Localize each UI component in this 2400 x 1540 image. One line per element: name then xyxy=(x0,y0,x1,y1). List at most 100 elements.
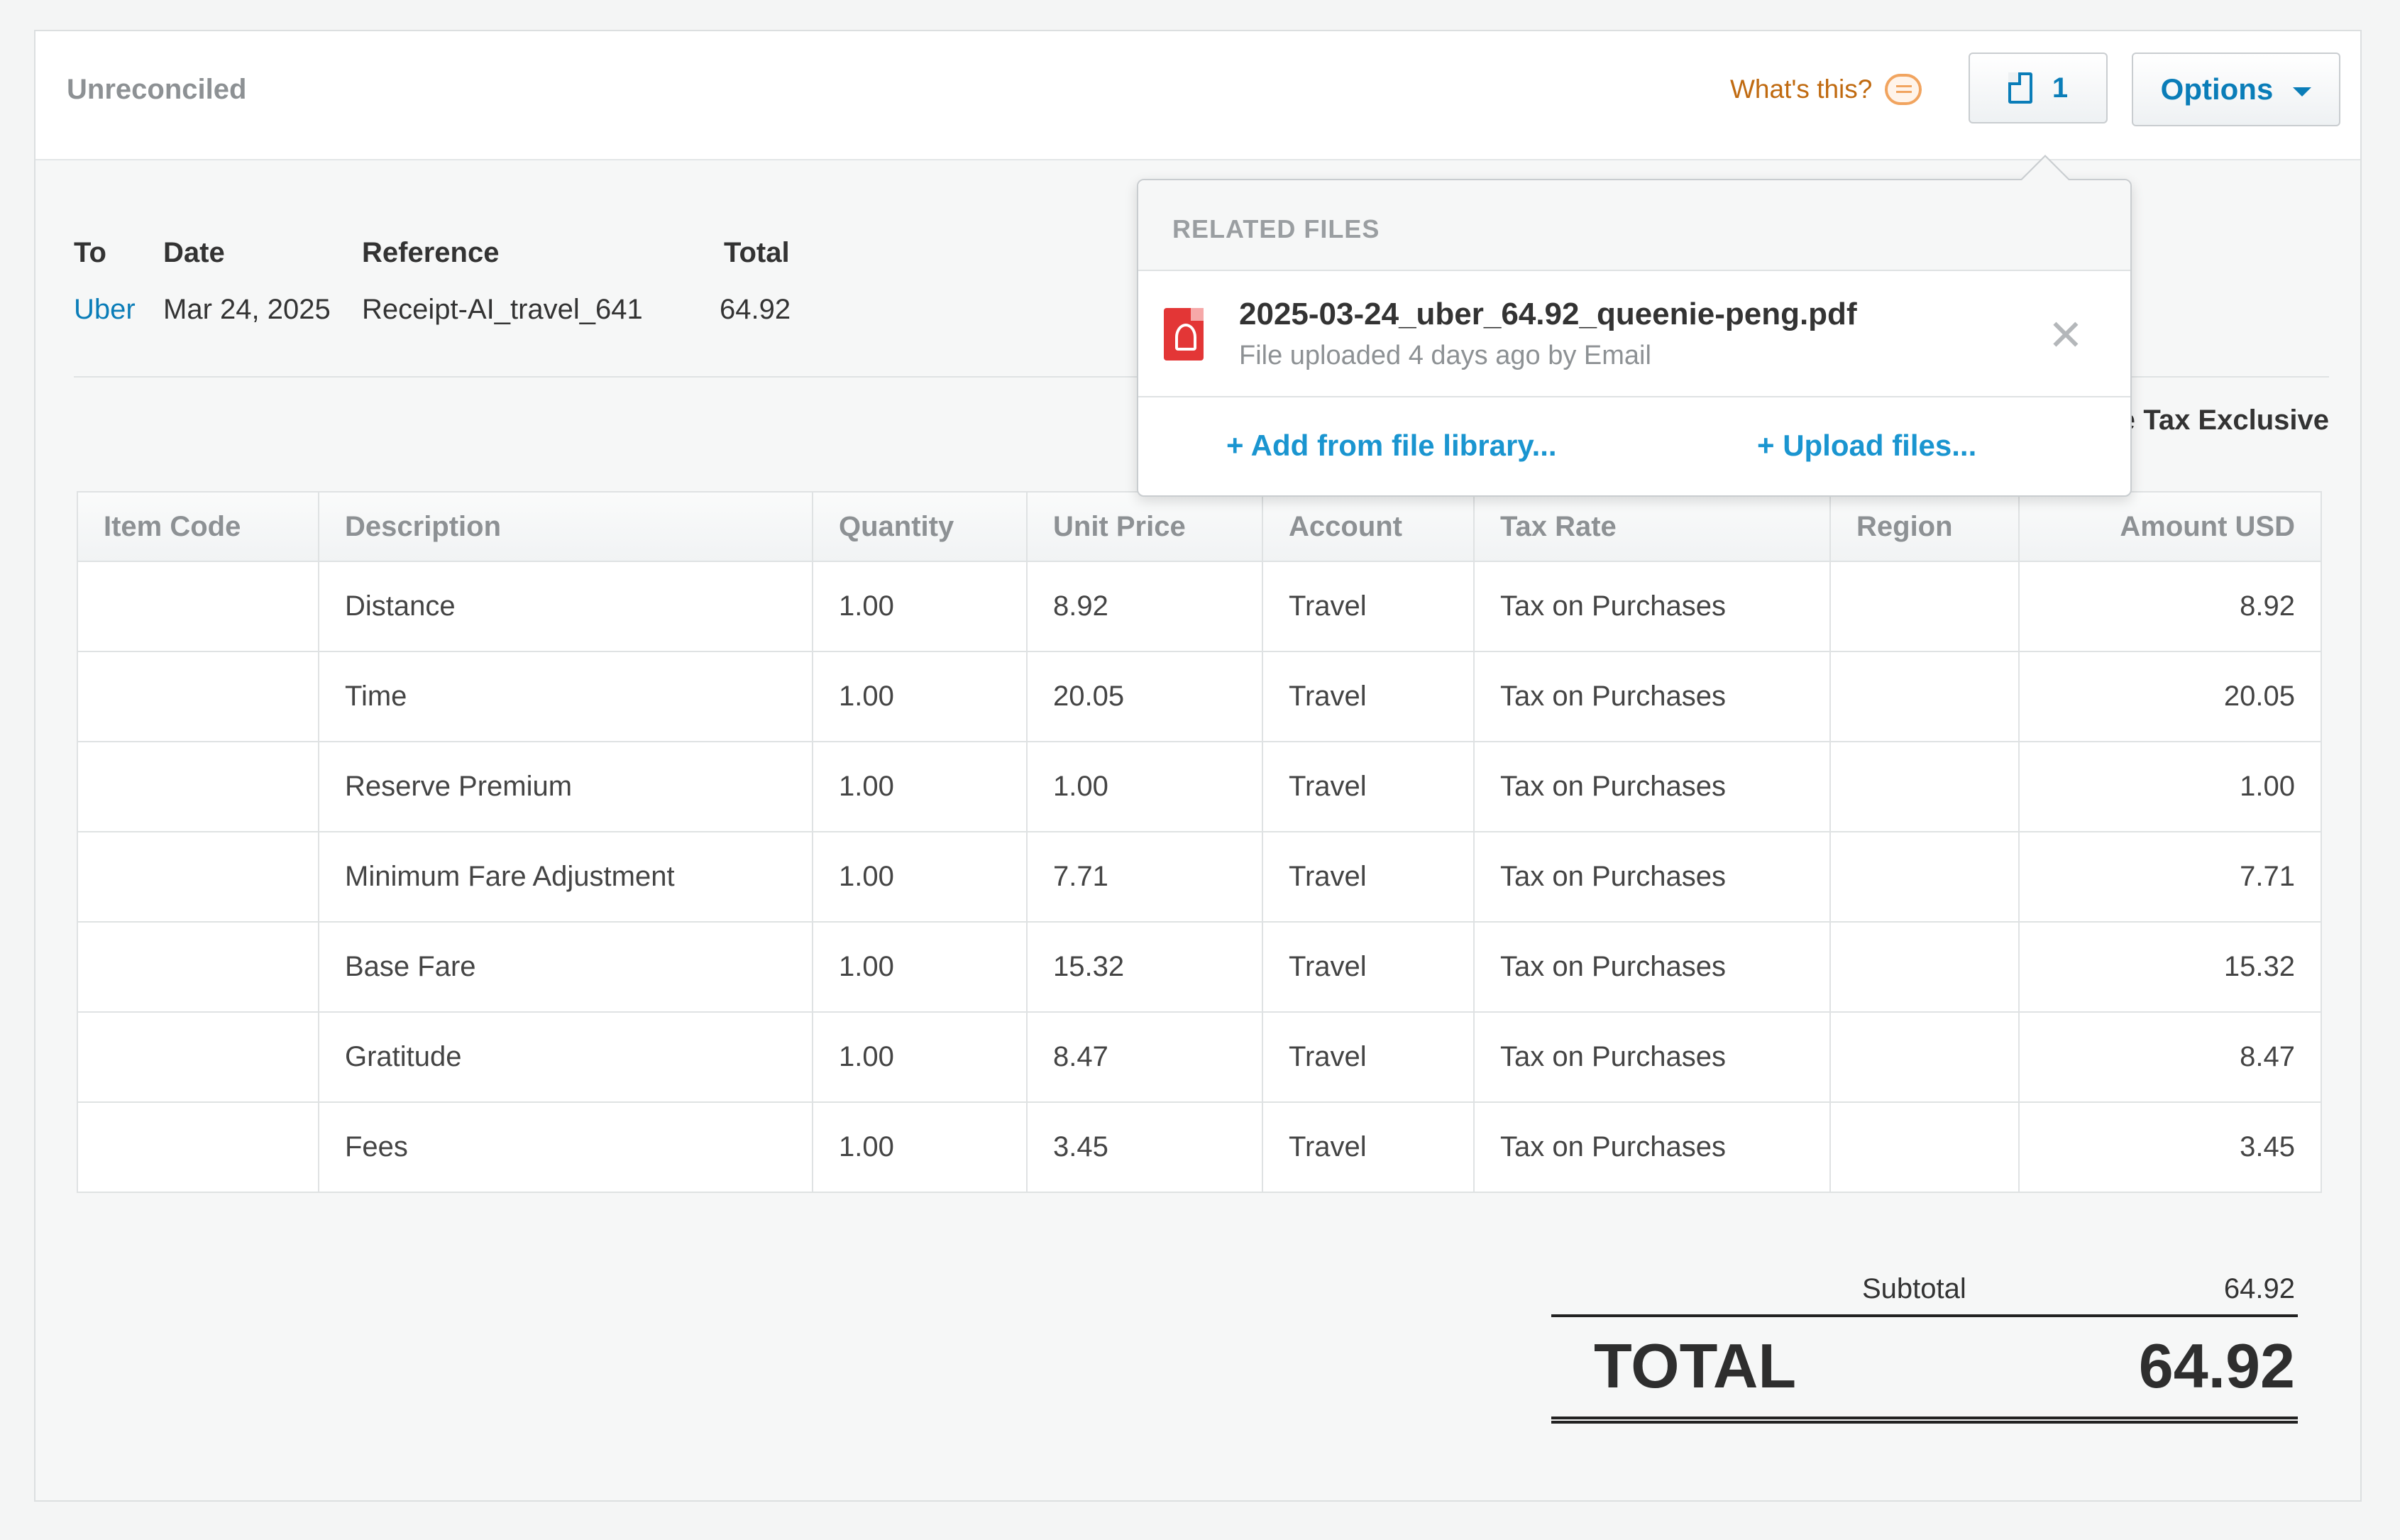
cell-unit-price: 8.92 xyxy=(1026,561,1263,652)
cell-tax-rate: Tax on Purchases xyxy=(1473,561,1831,652)
cell-item-code xyxy=(77,831,319,923)
cell-description: Reserve Premium xyxy=(318,741,813,832)
cell-item-code xyxy=(77,741,319,832)
total-label: Total xyxy=(724,237,790,268)
cell-amount: 3.45 xyxy=(2018,1101,2322,1193)
popover-arrow xyxy=(2020,155,2071,181)
related-files-popover: RELATED FILES 2025-03-24_uber_64.92_quee… xyxy=(1137,155,2132,497)
contact-link[interactable]: Uber xyxy=(74,294,136,326)
cell-region xyxy=(1829,1011,2020,1103)
cell-unit-price: 3.45 xyxy=(1026,1101,1263,1193)
cell-account: Travel xyxy=(1262,651,1475,742)
cell-amount: 8.47 xyxy=(2018,1011,2322,1103)
date-value: Mar 24, 2025 xyxy=(163,294,331,325)
cell-item-code xyxy=(77,1101,319,1193)
header-amount: Amount USD xyxy=(2018,491,2322,562)
cell-item-code xyxy=(77,921,319,1013)
cell-tax-rate: Tax on Purchases xyxy=(1473,1011,1831,1103)
cell-account: Travel xyxy=(1262,1101,1475,1193)
cell-tax-rate: Tax on Purchases xyxy=(1473,1101,1831,1193)
cell-quantity: 1.00 xyxy=(812,1011,1028,1103)
upload-files-link[interactable]: + Upload files... xyxy=(1757,429,1976,463)
cell-description: Fees xyxy=(318,1101,813,1193)
pdf-icon xyxy=(1164,308,1204,361)
cell-unit-price: 8.47 xyxy=(1026,1011,1263,1103)
options-label: Options xyxy=(2160,72,2274,106)
cell-account: Travel xyxy=(1262,741,1475,832)
cell-description: Distance xyxy=(318,561,813,652)
table-header-row: Item Code Description Quantity Unit Pric… xyxy=(77,491,2322,562)
document-icon xyxy=(2008,72,2032,104)
files-count: 1 xyxy=(2052,72,2069,104)
cell-unit-price: 1.00 xyxy=(1026,741,1263,832)
cell-region xyxy=(1829,561,2020,652)
total-value: 64.92 xyxy=(720,294,791,325)
header-tax-rate: Tax Rate xyxy=(1473,491,1831,562)
cell-description: Time xyxy=(318,651,813,742)
status-label: Unreconciled xyxy=(67,74,247,105)
related-file-item[interactable]: 2025-03-24_uber_64.92_queenie-peng.pdf F… xyxy=(1138,271,2130,397)
table-row: Time 1.00 20.05 Travel Tax on Purchases … xyxy=(77,651,2322,742)
add-from-library-link[interactable]: + Add from file library... xyxy=(1226,429,1557,463)
cell-region xyxy=(1829,1101,2020,1193)
cell-account: Travel xyxy=(1262,831,1475,923)
reference-value: Receipt-AI_travel_641 xyxy=(362,294,643,325)
cell-amount: 7.71 xyxy=(2018,831,2322,923)
header-account: Account xyxy=(1262,491,1475,562)
cell-region xyxy=(1829,831,2020,923)
line-items-table: Item Code Description Quantity Unit Pric… xyxy=(77,491,2322,1193)
table-row: Gratitude 1.00 8.47 Travel Tax on Purcha… xyxy=(77,1011,2322,1103)
cell-unit-price: 7.71 xyxy=(1026,831,1263,923)
cell-tax-rate: Tax on Purchases xyxy=(1473,741,1831,832)
speech-bubble-icon[interactable] xyxy=(1885,74,1922,105)
related-files-actions: + Add from file library... + Upload file… xyxy=(1138,397,2130,494)
header-quantity: Quantity xyxy=(812,491,1028,562)
grand-total-value: 64.92 xyxy=(2138,1331,2295,1401)
cell-account: Travel xyxy=(1262,1011,1475,1103)
cell-item-code xyxy=(77,651,319,742)
close-icon[interactable]: ✕ xyxy=(2048,311,2084,361)
total-divider xyxy=(1551,1314,2298,1317)
cell-amount: 20.05 xyxy=(2018,651,2322,742)
cell-item-code xyxy=(77,1011,319,1103)
cell-unit-price: 20.05 xyxy=(1026,651,1263,742)
cell-unit-price: 15.32 xyxy=(1026,921,1263,1013)
header-unit-price: Unit Price xyxy=(1026,491,1263,562)
whats-this-link[interactable]: What's this? xyxy=(1730,74,1922,105)
table-row: Base Fare 1.00 15.32 Travel Tax on Purch… xyxy=(77,921,2322,1013)
cell-quantity: 1.00 xyxy=(812,741,1028,832)
header-description: Description xyxy=(318,491,813,562)
table-row: Distance 1.00 8.92 Travel Tax on Purchas… xyxy=(77,561,2322,652)
whats-this-label[interactable]: What's this? xyxy=(1730,75,1872,104)
cell-quantity: 1.00 xyxy=(812,651,1028,742)
cell-tax-rate: Tax on Purchases xyxy=(1473,831,1831,923)
amounts-are: re Tax Exclusive xyxy=(2110,405,2329,436)
table-row: Fees 1.00 3.45 Travel Tax on Purchases 3… xyxy=(77,1101,2322,1193)
grand-total-label: TOTAL xyxy=(1594,1331,1797,1401)
related-files-title: RELATED FILES xyxy=(1138,180,2130,271)
header-region: Region xyxy=(1829,491,2020,562)
cell-description: Minimum Fare Adjustment xyxy=(318,831,813,923)
cell-quantity: 1.00 xyxy=(812,561,1028,652)
subtotal-value: 64.92 xyxy=(2223,1273,2295,1304)
options-button[interactable]: Options xyxy=(2132,53,2340,126)
invoice-panel: Unreconciled What's this? 1 Options To U… xyxy=(34,30,2362,1502)
cell-amount: 8.92 xyxy=(2018,561,2322,652)
cell-region xyxy=(1829,651,2020,742)
total-double-underline xyxy=(1551,1417,2298,1424)
cell-tax-rate: Tax on Purchases xyxy=(1473,921,1831,1013)
cell-description: Gratitude xyxy=(318,1011,813,1103)
header-item-code: Item Code xyxy=(77,491,319,562)
attached-files-button[interactable]: 1 xyxy=(1969,53,2108,123)
to-label: To xyxy=(74,237,106,268)
caret-down-icon xyxy=(2293,87,2312,97)
cell-account: Travel xyxy=(1262,921,1475,1013)
amounts-are-value: Tax Exclusive xyxy=(2143,405,2329,436)
cell-quantity: 1.00 xyxy=(812,831,1028,923)
cell-amount: 1.00 xyxy=(2018,741,2322,832)
table-row: Minimum Fare Adjustment 1.00 7.71 Travel… xyxy=(77,831,2322,923)
cell-region xyxy=(1829,741,2020,832)
file-name-link[interactable]: 2025-03-24_uber_64.92_queenie-peng.pdf xyxy=(1239,297,1857,332)
cell-account: Travel xyxy=(1262,561,1475,652)
reference-label: Reference xyxy=(362,237,500,268)
